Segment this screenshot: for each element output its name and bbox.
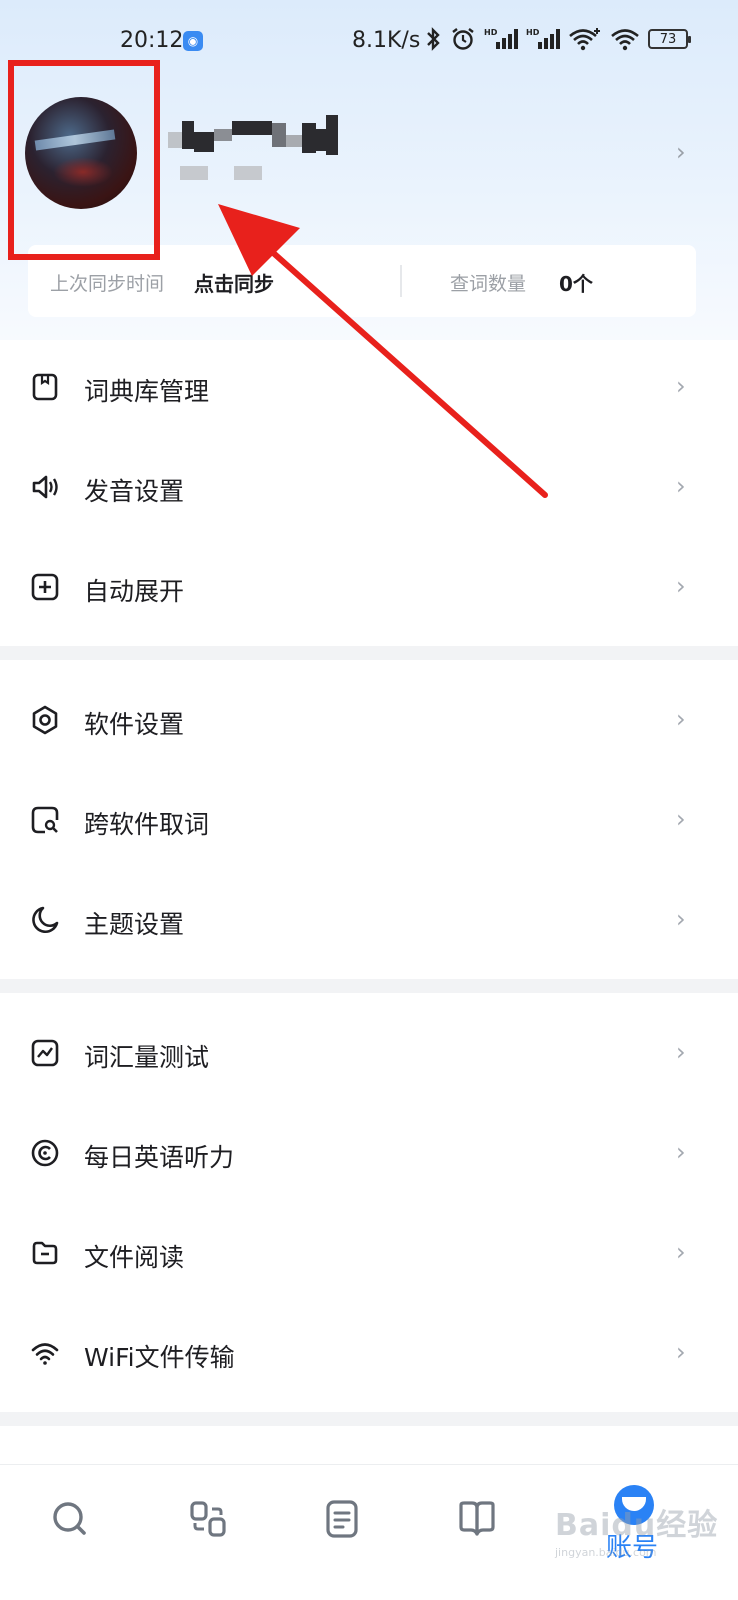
bluetooth-icon xyxy=(427,27,440,51)
last-sync-label: 上次同步时间 xyxy=(50,273,165,295)
chevron-right-icon: › xyxy=(676,1238,686,1266)
chevron-right-icon: › xyxy=(676,805,686,833)
nav-translate[interactable] xyxy=(188,1499,228,1539)
plus-square-icon xyxy=(31,573,59,601)
menu-label: 自动展开 xyxy=(84,577,185,606)
network-speed: 8.1K/s xyxy=(352,28,421,53)
pixel-block xyxy=(168,132,182,148)
hd-signal-icon: HD xyxy=(526,28,560,49)
menu-label: 软件设置 xyxy=(84,710,185,739)
pixel-block xyxy=(272,123,286,147)
section-divider xyxy=(0,1412,738,1426)
speaker-icon xyxy=(32,475,58,499)
chart-line-icon xyxy=(31,1039,59,1067)
menu-item-vocabulary-test[interactable]: 词汇量测试 › xyxy=(0,1008,738,1098)
menu-label: 词汇量测试 xyxy=(84,1043,210,1072)
wifi-plus-icon xyxy=(569,28,600,51)
notification-app-icon: ◉ xyxy=(183,31,203,51)
section-divider xyxy=(0,979,738,993)
chevron-right-icon: › xyxy=(676,905,686,933)
pixel-block xyxy=(180,166,208,180)
screen-search-icon xyxy=(31,806,59,834)
status-icons: HD HD 73 xyxy=(424,26,691,52)
pixel-block xyxy=(214,129,232,141)
pixel-block xyxy=(316,129,326,151)
watermark-subtext: jingyan.baidu.com xyxy=(555,1546,657,1559)
menu-item-file-reading[interactable]: 文件阅读 › xyxy=(0,1208,738,1298)
nav-wordbook[interactable] xyxy=(457,1499,497,1539)
book-icon xyxy=(459,1501,495,1536)
folder-icon xyxy=(32,1241,58,1265)
headphone-circle-icon xyxy=(31,1139,59,1167)
pixel-block xyxy=(232,121,272,135)
nav-notes[interactable] xyxy=(322,1499,362,1539)
menu-item-dictionary-management[interactable]: 词典库管理 › xyxy=(0,342,738,432)
menu-item-cross-app-lookup[interactable]: 跨软件取词 › xyxy=(0,775,738,865)
pixel-block xyxy=(286,135,302,147)
battery-indicator: 73 xyxy=(648,29,691,49)
chevron-right-icon: › xyxy=(676,572,686,600)
battery-level: 73 xyxy=(659,31,677,47)
chevron-right-icon: › xyxy=(676,1338,686,1366)
chevron-right-icon: › xyxy=(676,1038,686,1066)
hd-signal-icon: HD xyxy=(484,28,518,49)
dictionary-book-icon xyxy=(32,373,58,401)
svg-text:HD: HD xyxy=(526,28,540,37)
menu-label: 文件阅读 xyxy=(84,1243,185,1272)
menu-item-daily-english-listening[interactable]: 每日英语听力 › xyxy=(0,1108,738,1198)
alarm-icon xyxy=(452,28,474,50)
menu-label: 词典库管理 xyxy=(84,377,210,406)
chevron-right-icon: › xyxy=(676,472,686,500)
menu-label: 发音设置 xyxy=(84,477,185,506)
lookup-count-value: 0个 xyxy=(559,272,593,296)
menu-label: WiFi文件传输 xyxy=(84,1343,235,1372)
translate-icon xyxy=(190,1501,226,1537)
pixel-block xyxy=(234,166,262,180)
pixel-block xyxy=(182,121,194,149)
pixel-block xyxy=(194,132,214,152)
menu-label: 跨软件取词 xyxy=(84,810,210,839)
settings-hexagon-icon xyxy=(32,705,58,735)
search-icon xyxy=(53,1502,86,1535)
status-time: 20:12 xyxy=(120,28,184,53)
chevron-right-icon: › xyxy=(676,705,686,733)
watermark-text: Baidu经验 xyxy=(555,1508,719,1543)
menu-label: 每日英语听力 xyxy=(84,1143,235,1172)
moon-icon xyxy=(32,906,59,933)
chevron-right-icon: › xyxy=(676,138,686,166)
nav-search[interactable] xyxy=(50,1499,90,1539)
wifi-icon xyxy=(611,29,639,51)
svg-text:HD: HD xyxy=(484,28,498,37)
menu-item-theme-settings[interactable]: 主题设置 › xyxy=(0,875,738,965)
section-divider xyxy=(0,646,738,660)
chevron-right-icon: › xyxy=(676,372,686,400)
menu-item-pronunciation-settings[interactable]: 发音设置 › xyxy=(0,442,738,532)
pixel-block xyxy=(326,115,338,155)
pixel-block xyxy=(302,123,316,153)
annotation-highlight-box xyxy=(8,60,160,260)
menu-item-software-settings[interactable]: 软件设置 › xyxy=(0,675,738,765)
menu-label: 主题设置 xyxy=(84,910,185,939)
baidu-watermark: Baidu经验 jingyan.baidu.com xyxy=(555,1500,718,1559)
notes-icon xyxy=(326,1500,358,1538)
wifi-icon xyxy=(31,1343,59,1365)
user-id-blurred xyxy=(180,166,262,180)
chevron-right-icon: › xyxy=(676,1138,686,1166)
username-blurred xyxy=(168,112,344,158)
menu-item-wifi-file-transfer[interactable]: WiFi文件传输 › xyxy=(0,1308,738,1398)
menu-item-auto-expand[interactable]: 自动展开 › xyxy=(0,542,738,632)
